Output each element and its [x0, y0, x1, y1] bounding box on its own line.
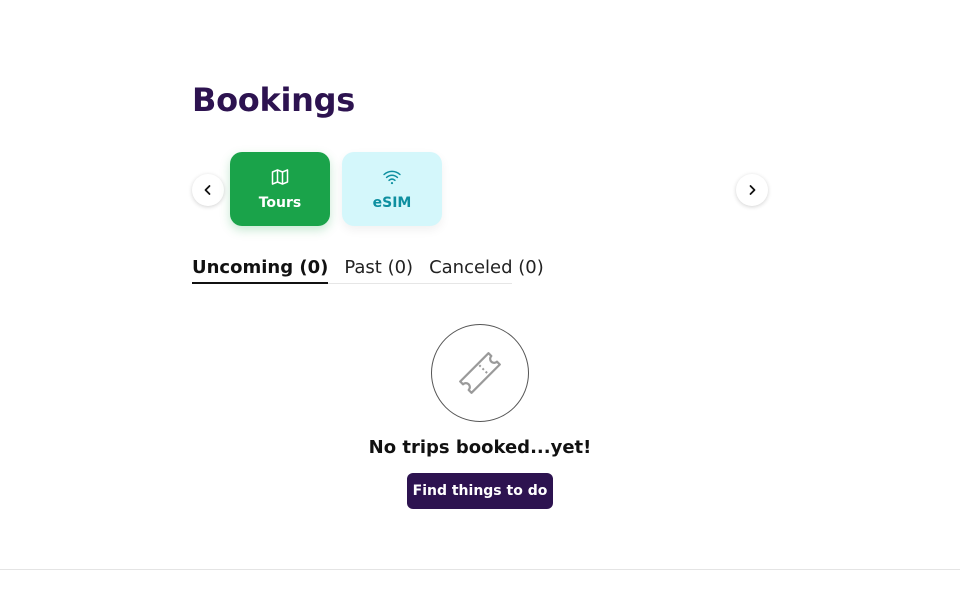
- booking-tabs: Uncoming (0) Past (0) Canceled (0): [192, 255, 544, 284]
- tab-upcoming[interactable]: Uncoming (0): [192, 255, 329, 284]
- tab-past[interactable]: Past (0): [344, 255, 413, 283]
- chevron-right-icon: [749, 185, 756, 195]
- map-icon: [270, 167, 290, 187]
- footer-divider: [0, 569, 960, 570]
- empty-state-title: No trips booked...yet!: [368, 437, 592, 458]
- ticket-icon: [459, 352, 501, 394]
- category-esim[interactable]: eSIM: [342, 152, 442, 226]
- category-label: Tours: [258, 195, 302, 211]
- page-title: Bookings: [192, 81, 355, 119]
- tab-canceled[interactable]: Canceled (0): [429, 255, 544, 283]
- find-things-to-do-button[interactable]: Find things to do: [407, 473, 553, 509]
- wifi-icon: [382, 167, 402, 187]
- carousel-next-button[interactable]: [736, 174, 768, 206]
- bookings-page: Bookings Tours eSIM Uncoming (0) Past (0…: [0, 0, 960, 600]
- empty-state-icon-circle: [431, 324, 529, 422]
- category-label: eSIM: [372, 195, 412, 211]
- carousel-prev-button[interactable]: [192, 174, 224, 206]
- chevron-left-icon: [204, 185, 211, 195]
- category-tours[interactable]: Tours: [230, 152, 330, 226]
